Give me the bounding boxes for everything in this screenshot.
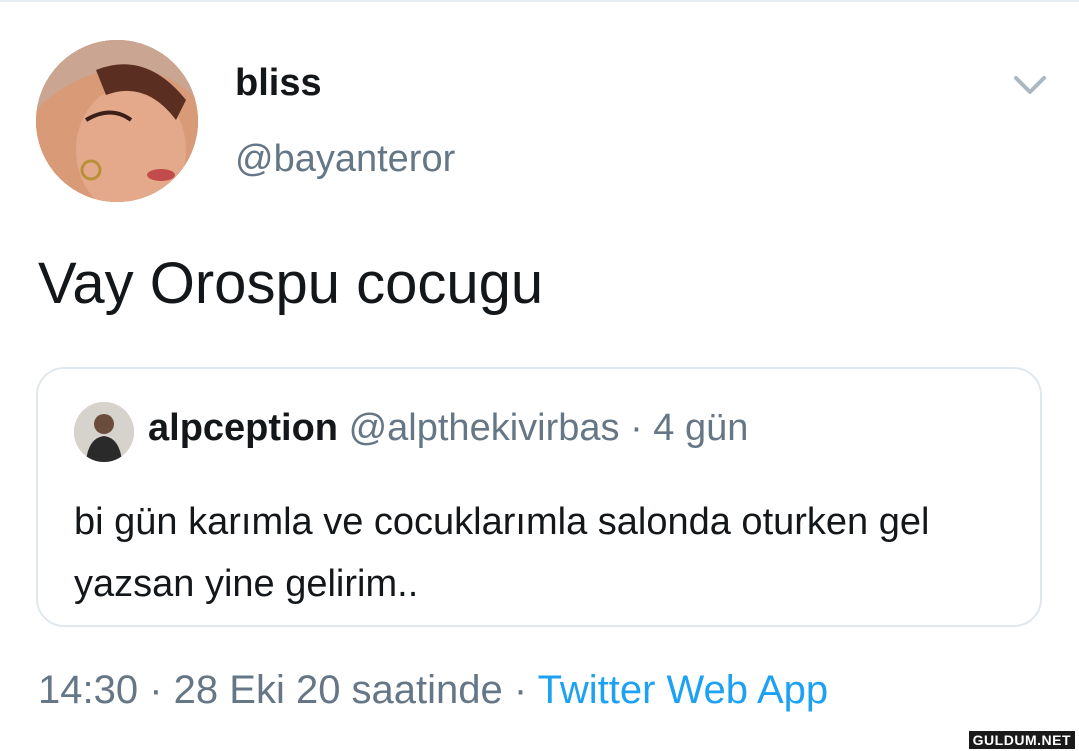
tweet-text: Vay Orospu cocugu — [38, 251, 544, 316]
separator: · — [619, 407, 654, 449]
quoted-author-handle[interactable]: @alpthekivirbas — [349, 407, 620, 449]
tweet-footer: 14:30 · 28 Eki 20 saatinde · Twitter Web… — [38, 668, 828, 713]
tweet-source-link[interactable]: Twitter Web App — [538, 668, 829, 712]
quoted-author-avatar[interactable] — [74, 402, 134, 462]
quoted-tweet-card[interactable]: alpception @alpthekivirbas · 4 gün bi gü… — [36, 367, 1042, 627]
site-watermark: GULDUM.NET — [968, 731, 1075, 749]
quoted-tweet-text: bi gün karımla ve cocuklarımla salonda o… — [74, 501, 930, 605]
chevron-down-icon[interactable] — [1010, 70, 1050, 100]
author-avatar[interactable] — [36, 40, 198, 202]
tweet-time: 14:30 — [38, 668, 139, 712]
user-photo-avatar-icon — [36, 40, 198, 202]
tweet-date: 28 Eki 20 saatinde — [173, 668, 503, 712]
author-display-name[interactable]: bliss — [235, 62, 322, 105]
quoted-tweet-header: alpception @alpthekivirbas · 4 gün — [148, 407, 748, 450]
separator: · — [502, 668, 538, 712]
separator: · — [138, 668, 174, 712]
user-photo-avatar-icon — [74, 402, 134, 462]
top-divider — [0, 0, 1079, 2]
quoted-tweet-age: 4 gün — [653, 407, 749, 449]
author-handle[interactable]: @bayanteror — [235, 138, 455, 181]
quoted-author-display-name[interactable]: alpception — [148, 407, 338, 449]
